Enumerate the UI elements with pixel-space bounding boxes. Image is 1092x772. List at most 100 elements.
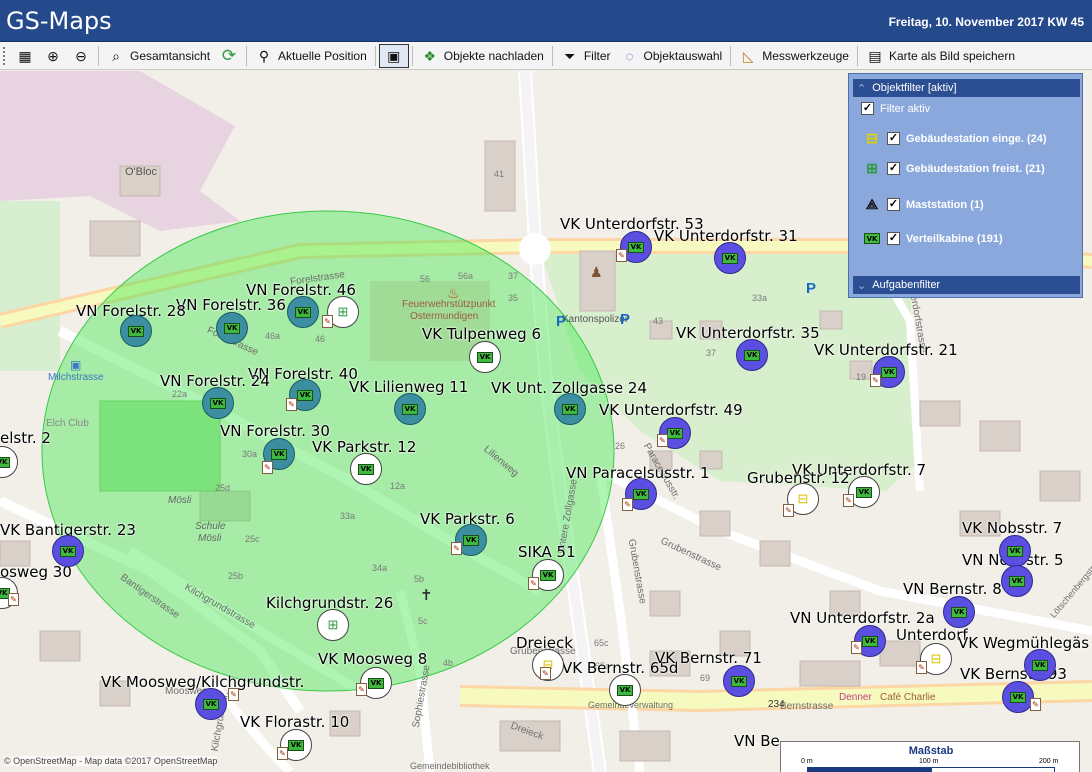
toolbar-separator bbox=[374, 45, 376, 66]
filter-row-verteilkabine[interactable]: VK ✓ Verteilkabine (191) bbox=[863, 232, 1003, 245]
verteilkabine-marker[interactable]: VK bbox=[554, 393, 586, 425]
objektauswahl-button[interactable]: ◌ Objektauswahl bbox=[616, 43, 728, 69]
toolbar-grip[interactable] bbox=[3, 46, 8, 65]
service-marker-icon[interactable]: ✎ bbox=[277, 747, 288, 760]
filter-aktiv-row[interactable]: ✓ Filter aktiv bbox=[861, 102, 930, 115]
station-label[interactable]: VN Forelstr. 30 bbox=[220, 424, 330, 439]
service-marker-icon[interactable]: ✎ bbox=[916, 661, 927, 674]
objektfilter-header[interactable]: ⌃ Objektfilter [aktiv] bbox=[853, 79, 1080, 97]
refresh-button[interactable]: ⟳ bbox=[215, 43, 243, 69]
station-label[interactable]: VK Moosweg/Kilchgrundstr. bbox=[101, 675, 304, 690]
filter-aktiv-label: Filter aktiv bbox=[880, 102, 931, 115]
service-marker-icon[interactable]: ✎ bbox=[356, 683, 367, 696]
verteilkabine-marker[interactable]: VK bbox=[394, 393, 426, 425]
filter-item-label: Verteilkabine (191) bbox=[906, 232, 1003, 245]
verteilkabine-marker[interactable]: VK bbox=[1001, 565, 1033, 597]
verteilkabine-icon: VK bbox=[1009, 575, 1025, 587]
house-number: 30a bbox=[242, 449, 258, 459]
service-marker-icon[interactable]: ✎ bbox=[322, 315, 333, 328]
verteilkabine-marker[interactable]: VK bbox=[943, 596, 975, 628]
station-label[interactable]: elstr. 2 bbox=[0, 431, 51, 446]
device-toggle-button[interactable]: ▣ bbox=[378, 43, 409, 68]
verteilkabine-marker[interactable]: VK bbox=[216, 312, 248, 344]
verteilkabine-marker[interactable]: VK bbox=[1024, 649, 1056, 681]
zoom-out-button[interactable]: ⊖ bbox=[67, 43, 95, 69]
gesamtansicht-button[interactable]: ⌕ Gesamtansicht bbox=[102, 43, 215, 69]
toolbar-separator bbox=[98, 45, 99, 66]
parking-icon: P bbox=[556, 313, 567, 330]
verteilkabine-marker[interactable]: VK bbox=[609, 674, 641, 706]
station-label[interactable]: VN Forelstr. 36 bbox=[176, 298, 286, 313]
station-label[interactable]: VK Nobsstr. 7 bbox=[962, 521, 1062, 536]
station-label[interactable]: VN Unterdorfstr. 2a bbox=[790, 611, 935, 626]
service-marker-icon[interactable]: ✎ bbox=[228, 688, 239, 701]
messwerkzeuge-button[interactable]: ◺ Messwerkzeuge bbox=[734, 43, 854, 69]
service-marker-icon[interactable]: ✎ bbox=[528, 577, 539, 590]
filter-label: Filter bbox=[583, 48, 611, 63]
service-marker-icon[interactable]: ✎ bbox=[783, 504, 794, 517]
verteilkabine-marker[interactable]: VK bbox=[287, 296, 319, 328]
house-number: 69 bbox=[700, 673, 711, 683]
station-label[interactable]: VN Bernstr. 8 bbox=[903, 582, 1002, 597]
gebaeudestation-marker[interactable]: ⊞ bbox=[317, 609, 349, 641]
filter-row-gebaeudestation-freistehend[interactable]: ⊞ ✓ Gebäudestation freist. (21) bbox=[863, 160, 1045, 177]
zoom-in-button[interactable]: ⊕ bbox=[39, 43, 67, 69]
place-label: O'Bloc bbox=[125, 166, 158, 178]
station-label[interactable]: osweg 30 bbox=[0, 565, 72, 580]
verteilkabine-marker[interactable]: VK bbox=[52, 535, 84, 567]
service-marker-icon[interactable]: ✎ bbox=[540, 667, 551, 680]
verteilkabine-marker[interactable]: VK bbox=[714, 242, 746, 274]
filter-checkbox[interactable]: ✓ bbox=[887, 132, 900, 145]
station-label[interactable]: VK Bernstr. 71 bbox=[655, 651, 762, 666]
station-label[interactable]: VK Moosweg 8 bbox=[318, 652, 427, 667]
station-label[interactable]: SIKA 51 bbox=[518, 545, 576, 560]
toolbar-separator bbox=[730, 45, 732, 66]
verteilkabine-icon: VK bbox=[368, 677, 384, 689]
station-label[interactable]: VN Be bbox=[734, 734, 780, 749]
service-marker-icon[interactable]: ✎ bbox=[8, 593, 19, 606]
service-marker-icon[interactable]: ✎ bbox=[851, 641, 862, 654]
service-marker-icon[interactable]: ✎ bbox=[451, 542, 462, 555]
service-marker-icon[interactable]: ✎ bbox=[616, 249, 627, 262]
station-label[interactable]: Unterdorf bbox=[896, 628, 968, 643]
station-label[interactable]: VK Florastr. 10 bbox=[240, 715, 349, 730]
service-marker-icon[interactable]: ✎ bbox=[286, 398, 297, 411]
objekte-nachladen-button[interactable]: ❖ Objekte nachladen bbox=[416, 43, 549, 69]
service-marker-icon[interactable]: ✎ bbox=[262, 461, 273, 474]
service-marker-icon[interactable]: ✎ bbox=[657, 434, 668, 447]
service-marker-icon[interactable]: ✎ bbox=[1030, 698, 1041, 711]
house-number: 234 bbox=[768, 699, 785, 710]
aufgabenfilter-header[interactable]: ⌄ Aufgabenfilter bbox=[853, 276, 1080, 294]
filter-aktiv-checkbox[interactable]: ✓ bbox=[861, 102, 874, 115]
verteilkabine-icon: VK bbox=[203, 698, 219, 710]
verteilkabine-marker[interactable]: VK bbox=[202, 387, 234, 419]
service-marker-icon[interactable]: ✎ bbox=[843, 494, 854, 507]
toolbar-separator bbox=[856, 45, 858, 66]
filter-checkbox[interactable]: ✓ bbox=[887, 198, 900, 211]
station-label[interactable]: VK Unterdorfstr. 49 bbox=[599, 403, 743, 418]
verteilkabine-icon: VK bbox=[628, 241, 644, 253]
karte-speichern-button[interactable]: ▤ Karte als Bild speichern bbox=[861, 43, 1020, 69]
station-label[interactable]: VK Tulpenweg 6 bbox=[422, 327, 541, 342]
verteilkabine-marker[interactable]: VK bbox=[350, 453, 382, 485]
station-label[interactable]: VK Wegmühlegäs bbox=[958, 636, 1089, 651]
filter-button[interactable]: ⏷ Filter bbox=[556, 43, 616, 69]
filter-row-gebaeudestation-eingebaut[interactable]: ⊟ ✓ Gebäudestation einge. (24) bbox=[863, 130, 1046, 147]
filter-checkbox[interactable]: ✓ bbox=[887, 162, 900, 175]
collapse-up-icon: ⌃ bbox=[857, 82, 867, 95]
service-marker-icon[interactable]: ✎ bbox=[870, 374, 881, 387]
house-number: 35 bbox=[508, 293, 519, 303]
funnel-icon: ⏷ bbox=[564, 47, 576, 64]
filter-checkbox[interactable]: ✓ bbox=[887, 232, 900, 245]
verteilkabine-marker[interactable]: VK bbox=[736, 339, 768, 371]
aktuelle-position-button[interactable]: ⚲ Aktuelle Position bbox=[250, 43, 372, 69]
map-view-button[interactable]: ▦ bbox=[11, 43, 39, 69]
verteilkabine-marker[interactable]: VK bbox=[999, 535, 1031, 567]
verteilkabine-marker[interactable]: VK bbox=[120, 315, 152, 347]
lasso-icon: ◌ bbox=[625, 47, 634, 64]
verteilkabine-marker[interactable]: VK bbox=[469, 341, 501, 373]
verteilkabine-marker[interactable]: VK bbox=[723, 665, 755, 697]
filter-row-maststation[interactable]: ⟁ ✓ Maststation (1) bbox=[863, 196, 984, 213]
service-marker-icon[interactable]: ✎ bbox=[622, 498, 633, 511]
verteilkabine-marker[interactable]: VK bbox=[195, 688, 227, 720]
